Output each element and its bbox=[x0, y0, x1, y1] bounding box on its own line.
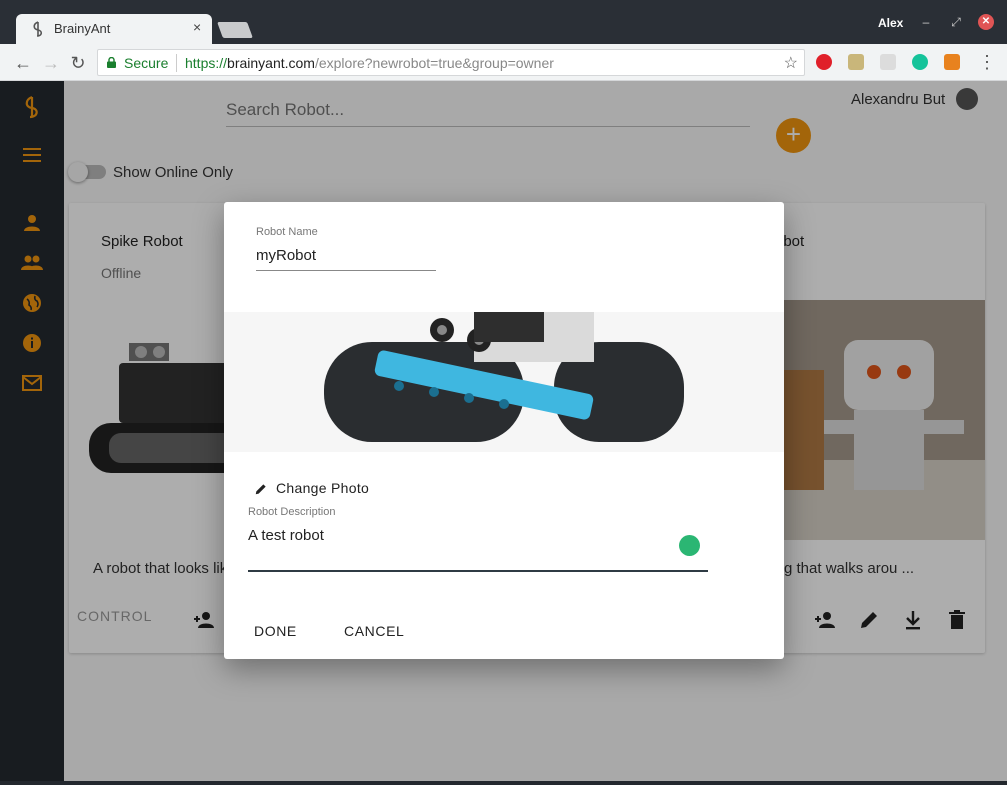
minimize-icon[interactable]: – bbox=[918, 14, 934, 30]
close-window-icon[interactable]: ✕ bbox=[978, 14, 994, 30]
robot-description-label: Robot Description bbox=[248, 506, 336, 518]
secure-label: Secure bbox=[124, 55, 169, 71]
browser-window: BrainyAnt × Alex – ⤢ ✕ ← → ↻ Secure http… bbox=[0, 0, 1007, 785]
cancel-button[interactable]: CANCEL bbox=[344, 623, 404, 639]
brainyant-logo-icon bbox=[33, 21, 43, 37]
reload-icon[interactable]: ↻ bbox=[67, 52, 89, 74]
address-bar[interactable]: Secure https://brainyant.com/explore?new… bbox=[97, 49, 805, 76]
metamask-extension-icon[interactable] bbox=[944, 54, 960, 70]
back-icon[interactable]: ← bbox=[12, 52, 34, 74]
browser-menu-icon[interactable]: ⋮ bbox=[978, 52, 996, 73]
window-extension-icon[interactable] bbox=[880, 54, 896, 70]
forward-icon[interactable]: → bbox=[40, 52, 62, 74]
tab-close-icon[interactable]: × bbox=[193, 19, 201, 35]
new-tab-button[interactable] bbox=[217, 22, 253, 38]
url-path: /explore?newrobot=true&group=owner bbox=[314, 55, 554, 71]
url-text[interactable]: https://brainyant.com/explore?newrobot=t… bbox=[185, 55, 554, 71]
pencil-icon bbox=[255, 484, 266, 495]
robot-name-underline bbox=[256, 270, 436, 271]
tab-title: BrainyAnt bbox=[54, 21, 111, 36]
url-scheme: https:// bbox=[185, 55, 228, 71]
lock-icon bbox=[107, 57, 116, 68]
address-separator bbox=[176, 54, 177, 72]
done-button[interactable]: DONE bbox=[254, 623, 297, 639]
robot-description-input[interactable]: A test robot bbox=[248, 527, 324, 544]
browser-toolbar: ← → ↻ Secure https://brainyant.com/explo… bbox=[0, 44, 1007, 81]
robot-name-label: Robot Name bbox=[256, 226, 318, 238]
browser-tab[interactable]: BrainyAnt × bbox=[16, 14, 212, 44]
browser-profile-name[interactable]: Alex bbox=[878, 16, 903, 30]
url-host: brainyant.com bbox=[227, 55, 315, 71]
robot-name-input[interactable]: myRobot bbox=[256, 247, 316, 264]
title-bar: BrainyAnt × Alex – ⤢ ✕ bbox=[0, 0, 1007, 44]
robot-description-underline bbox=[248, 570, 708, 572]
robot-photo bbox=[224, 312, 784, 452]
opera-extension-icon[interactable] bbox=[816, 54, 832, 70]
change-photo-label: Change Photo bbox=[276, 480, 370, 496]
bookmark-star-icon[interactable]: ☆ bbox=[784, 53, 798, 73]
clipboard-extension-icon[interactable] bbox=[848, 54, 864, 70]
grammarly-extension-icon[interactable] bbox=[912, 54, 928, 70]
loading-spinner-icon bbox=[679, 535, 700, 556]
new-robot-dialog: Robot Name myRobot Change Photo Robot De… bbox=[224, 202, 784, 659]
maximize-icon[interactable]: ⤢ bbox=[948, 14, 964, 30]
